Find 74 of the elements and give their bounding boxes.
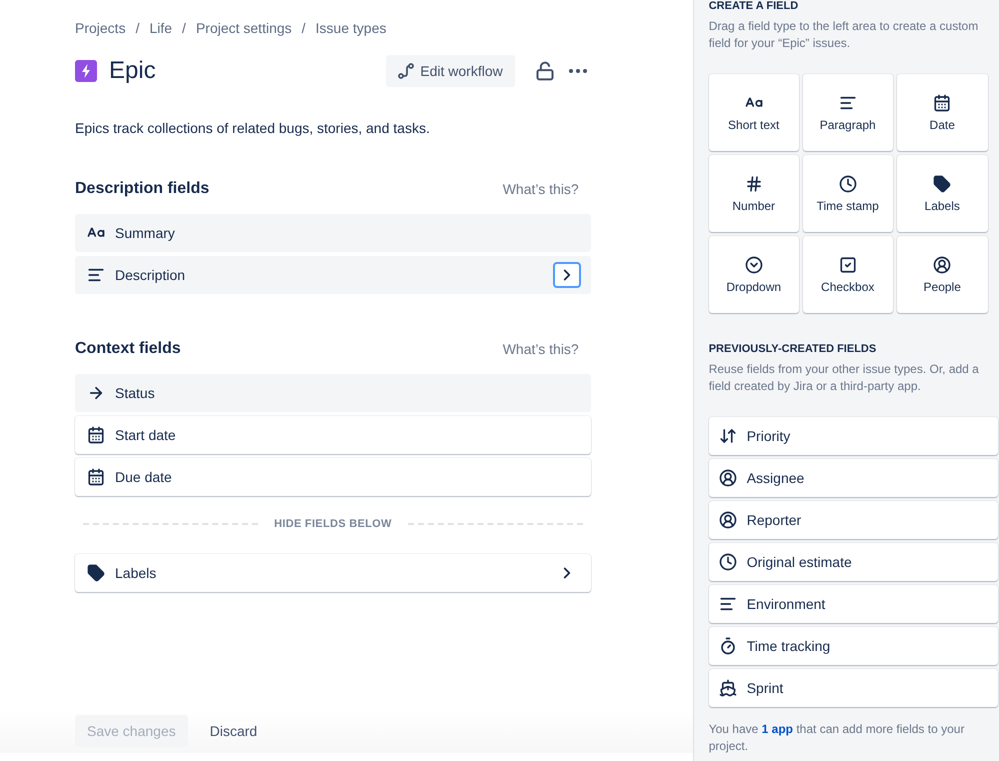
clock-icon [718,553,737,571]
epic-icon [75,60,97,82]
hidden-fields-divider-label: HIDE FIELDS BELOW [274,518,392,530]
user-icon [718,511,737,529]
panel-heading: PREVIOUSLY-CREATED FIELDS [708,343,878,355]
field-type-tile[interactable]: Dropdown [708,236,799,313]
field-row[interactable]: Start date [75,416,591,454]
field-type-tile[interactable]: Labels [896,155,988,232]
edit-workflow-button[interactable]: Edit workflow [386,55,515,87]
number-icon [744,174,763,192]
checkbox-icon [838,256,857,274]
field-row[interactable]: Summary [75,214,591,252]
field-label: Due date [115,469,173,485]
panel-heading: CREATE A FIELD [708,0,800,12]
field-row[interactable]: Status [75,374,591,412]
issue-type-description: Epics track collections of related bugs, stories, and tasks. [75,120,431,136]
field-type-tile[interactable]: People [896,236,988,313]
apps-note: You have 1 app that can add more fields to your project. [708,721,966,755]
discard-button[interactable]: Discard [198,715,270,747]
field-type-tile[interactable]: Short text [708,74,799,151]
section-title: Context fields [75,340,181,358]
breadcrumb-link[interactable]: Issue types [316,20,386,36]
breadcrumb-link[interactable]: Project settings [196,20,292,36]
tag-icon [933,174,952,192]
field-type-tile[interactable]: Time stamp [802,155,893,232]
breadcrumb-separator: / [136,20,140,36]
user-icon [718,469,737,487]
paragraph-icon [87,266,105,284]
field-type-tile[interactable]: Date [896,74,988,151]
unlocked-padlock-icon [534,61,555,81]
existing-field-item[interactable]: Priority [708,417,998,455]
expand-button[interactable] [552,262,581,288]
existing-field-item[interactable]: Time tracking [708,627,998,665]
field-type-tile[interactable]: Paragraph [802,74,893,151]
existing-field-item[interactable]: Sprint [708,669,998,707]
priority-arrows-icon [718,427,737,445]
page-title: Epic [109,57,157,85]
paragraph-icon [718,595,737,613]
calendar-icon [933,94,952,112]
field-label: Description [115,267,186,283]
field-label: Summary [115,225,176,241]
apps-link[interactable]: 1 app [762,722,794,736]
existing-field-item[interactable]: Assignee [708,459,998,497]
breadcrumb-separator: / [302,20,306,36]
breadcrumb-separator: / [182,20,186,36]
field-row[interactable]: Due date [75,458,591,496]
panel-help-text: Reuse fields from your other issue types. Or, add a field created by Jira or a third-party app. [708,361,980,395]
dropdown-icon [744,256,763,274]
stopwatch-icon [718,637,737,655]
field-row[interactable]: Labels [75,554,591,592]
existing-field-item[interactable]: Original estimate [708,543,998,581]
breadcrumb-link[interactable]: Life [149,20,172,36]
user-icon [933,256,952,274]
workflow-icon [398,63,414,79]
clock-icon [838,174,857,192]
calendar-icon [87,426,105,444]
field-row[interactable]: Description [75,256,591,294]
ship-icon [718,679,737,697]
field-label: Status [115,385,156,401]
field-label: Start date [115,427,177,443]
calendar-icon [87,468,105,486]
panel-help-text: Drag a field type to the left area to create a custom field for your “Epic” issues. [708,18,980,52]
field-type-tile[interactable]: Number [708,155,799,232]
section-title: Description fields [75,180,210,198]
breadcrumb-link[interactable]: Projects [75,20,126,36]
field-type-tile[interactable]: Checkbox [802,236,893,313]
arrow-right-icon [87,384,105,402]
existing-field-item[interactable]: Environment [708,585,998,623]
tag-icon [87,564,105,582]
help-link[interactable]: What’s this? [502,181,579,197]
more-icon [568,69,587,73]
field-label: Labels [115,565,158,581]
existing-field-item[interactable]: Reporter [708,501,998,539]
help-link[interactable]: What’s this? [502,341,579,357]
